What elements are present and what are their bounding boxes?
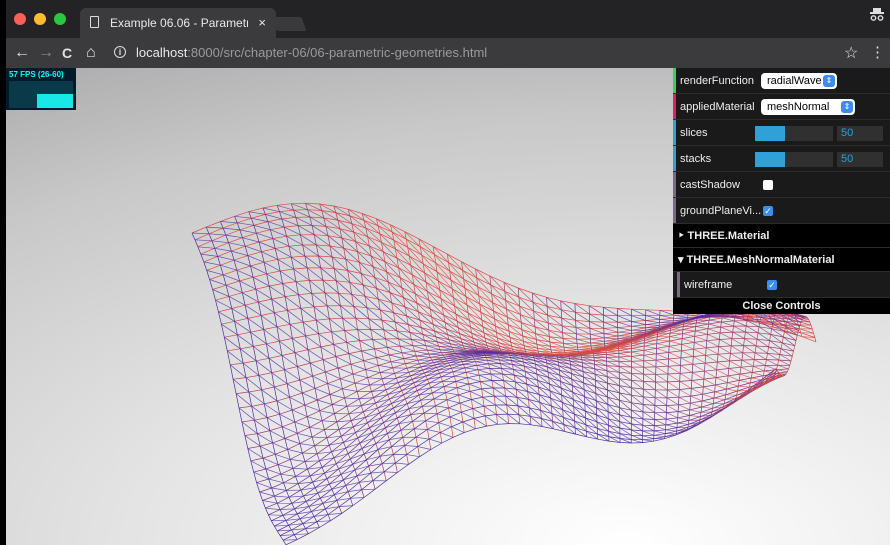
stacks-slider[interactable] xyxy=(755,152,833,167)
tab-title: Example 06.06 - Parametric ge xyxy=(110,16,248,30)
slices-label: slices xyxy=(680,127,708,139)
render-function-select[interactable]: radialWave ⇕ xyxy=(761,73,837,89)
row-accent xyxy=(677,272,680,297)
cast-shadow-row: castShadow xyxy=(673,172,890,198)
stacks-label: stacks xyxy=(680,153,712,165)
browser-menu-icon[interactable]: ⋮ xyxy=(870,43,885,61)
row-accent xyxy=(673,68,676,93)
wireframe-label: wireframe xyxy=(684,279,733,291)
reload-button[interactable]: C xyxy=(62,43,72,63)
controls-panel: renderFunction radialWave ⇕ appliedMater… xyxy=(673,68,890,314)
zoom-window-button[interactable] xyxy=(54,13,66,25)
minimize-window-button[interactable] xyxy=(34,13,46,25)
folder-three-material[interactable]: ‣ THREE.Material xyxy=(673,224,890,248)
fps-graph-bars xyxy=(37,94,73,108)
home-button[interactable]: ⌂ xyxy=(86,43,96,63)
tab-bar: Example 06.06 - Parametric ge × xyxy=(6,0,890,38)
address-bar[interactable]: i localhost:8000/src/chapter-06/06-param… xyxy=(114,41,844,65)
render-function-value: radialWave xyxy=(767,75,822,87)
row-accent xyxy=(673,120,676,145)
tab-close-icon[interactable]: × xyxy=(258,8,266,38)
row-accent xyxy=(673,172,676,197)
cast-shadow-label: castShadow xyxy=(680,179,740,191)
forward-button[interactable]: → xyxy=(38,43,54,63)
applied-material-label: appliedMaterial xyxy=(680,101,755,113)
row-accent xyxy=(673,146,676,171)
fps-graph xyxy=(9,81,73,108)
slices-slider-fill xyxy=(755,126,785,141)
close-window-button[interactable] xyxy=(14,13,26,25)
applied-material-select[interactable]: meshNormal ⇕ xyxy=(761,99,855,115)
back-button[interactable]: ← xyxy=(14,43,30,63)
slices-slider[interactable] xyxy=(755,126,833,141)
browser-window: Example 06.06 - Parametric ge × ← → C ⌂ … xyxy=(6,0,890,545)
webgl-canvas[interactable]: 57 FPS (26-60) renderFunction radialWave… xyxy=(6,68,890,545)
tab-active[interactable]: Example 06.06 - Parametric ge × xyxy=(80,8,276,38)
stacks-input[interactable]: 50 xyxy=(837,152,883,167)
cast-shadow-checkbox[interactable] xyxy=(763,180,773,190)
wireframe-checkbox[interactable]: ✓ xyxy=(767,280,777,290)
fps-stats-panel[interactable]: 57 FPS (26-60) xyxy=(6,68,76,110)
stacks-slider-fill xyxy=(755,152,785,167)
select-arrows-icon: ⇕ xyxy=(823,75,835,87)
ground-plane-checkbox[interactable]: ✓ xyxy=(763,206,773,216)
ground-plane-row: groundPlaneVi... ✓ xyxy=(673,198,890,224)
render-function-row: renderFunction radialWave ⇕ xyxy=(673,68,890,94)
bookmark-star-icon[interactable]: ☆ xyxy=(844,43,858,63)
new-tab-button[interactable] xyxy=(271,17,307,31)
slices-input[interactable]: 50 xyxy=(837,126,883,141)
ground-plane-label: groundPlaneVi... xyxy=(680,205,762,217)
folder-mesh-normal-material[interactable]: ▾ THREE.MeshNormalMaterial xyxy=(673,248,890,272)
wireframe-row: wireframe ✓ xyxy=(677,272,890,298)
url-text: localhost:8000/src/chapter-06/06-paramet… xyxy=(136,45,488,60)
fps-label: 57 FPS (26-60) xyxy=(9,70,64,79)
stacks-row: stacks 50 xyxy=(673,146,890,172)
close-controls-button[interactable]: Close Controls xyxy=(673,298,890,314)
select-arrows-icon: ⇕ xyxy=(841,101,853,113)
applied-material-value: meshNormal xyxy=(767,101,830,113)
applied-material-row: appliedMaterial meshNormal ⇕ xyxy=(673,94,890,120)
row-accent xyxy=(673,94,676,119)
browser-toolbar: ← → C ⌂ i localhost:8000/src/chapter-06/… xyxy=(6,38,890,68)
incognito-icon[interactable] xyxy=(870,6,884,24)
render-function-label: renderFunction xyxy=(680,75,754,87)
slices-row: slices 50 xyxy=(673,120,890,146)
row-accent xyxy=(673,198,676,223)
info-icon[interactable]: i xyxy=(114,46,126,58)
document-icon xyxy=(90,16,99,28)
